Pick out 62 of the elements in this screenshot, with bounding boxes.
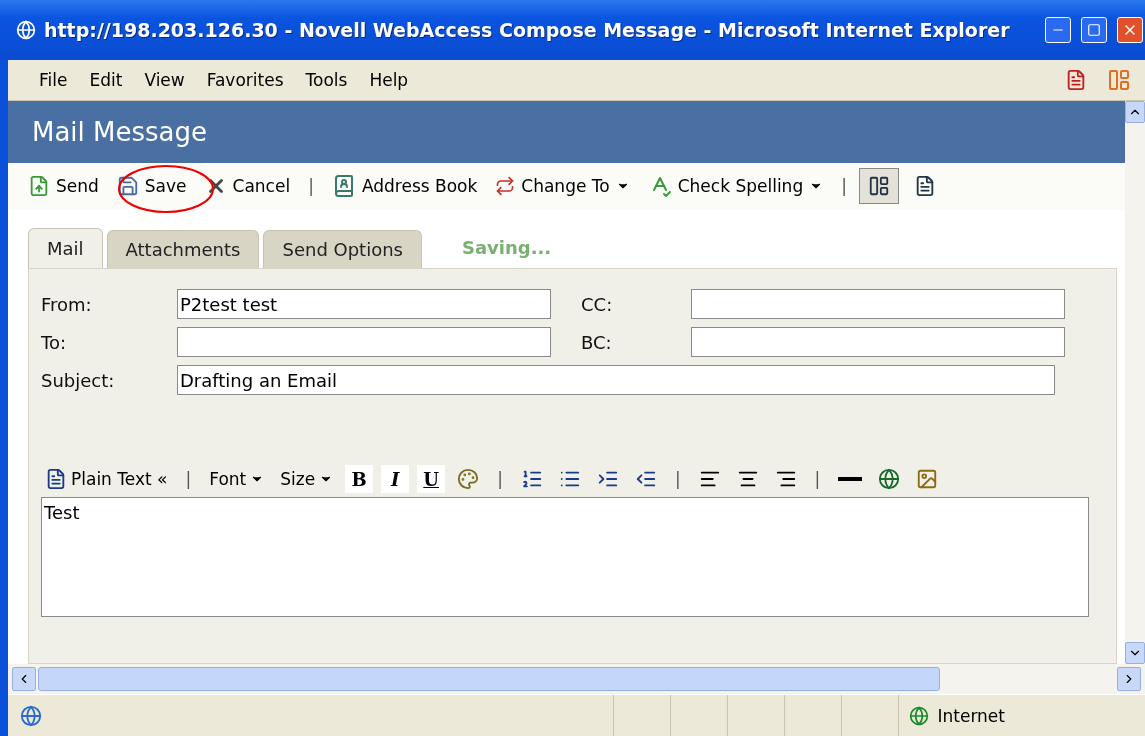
browser-icon xyxy=(16,20,36,40)
layout-icon xyxy=(867,175,890,198)
status-message: Saving... xyxy=(462,237,552,259)
send-icon xyxy=(28,175,50,198)
save-icon xyxy=(116,175,139,198)
field-label: BC: xyxy=(580,331,613,353)
scroll-thumb[interactable] xyxy=(38,667,940,691)
page-icon xyxy=(20,704,42,727)
toolbar-button[interactable]: Save xyxy=(110,171,193,202)
close-button[interactable] xyxy=(1117,17,1143,43)
maximize-icon xyxy=(1087,23,1101,37)
toolbar-dropdown[interactable]: Change To xyxy=(489,172,636,201)
tab[interactable]: Attachments xyxy=(106,230,260,269)
format-dropdown[interactable]: Size xyxy=(276,467,338,492)
page-title: Mail Message xyxy=(32,116,208,147)
view-toggle[interactable] xyxy=(858,168,899,205)
change-icon xyxy=(495,176,516,197)
format-button[interactable]: I xyxy=(381,465,410,494)
menu-item[interactable]: Favorites xyxy=(195,70,295,90)
separator: | xyxy=(813,469,822,490)
globe-icon xyxy=(909,705,930,726)
palette-icon xyxy=(457,468,480,491)
input-field[interactable] xyxy=(691,327,1065,358)
document-icon xyxy=(45,468,67,491)
vertical-scrollbar[interactable] xyxy=(1125,101,1145,664)
field-label: Subject: xyxy=(41,369,116,391)
input-field[interactable]: P2test test xyxy=(177,289,551,320)
separator: | xyxy=(496,469,504,490)
window-title: http://198.203.126.30 - Novell WebAccess Compose Message - Microsoft Internet Explorer xyxy=(44,19,1011,41)
separator: | xyxy=(673,469,682,490)
image-icon xyxy=(916,468,939,491)
minimize-button[interactable] xyxy=(1045,17,1071,43)
input-field[interactable]: Drafting an Email xyxy=(177,365,1055,396)
menu-item[interactable]: Help xyxy=(358,70,420,90)
maximize-button[interactable] xyxy=(1081,17,1107,43)
globe-icon xyxy=(878,468,901,491)
tab[interactable]: Send Options xyxy=(263,230,422,269)
toolbar-dropdown[interactable]: Check Spelling xyxy=(641,170,830,203)
message-body[interactable]: Test xyxy=(41,497,1089,618)
horizontal-scrollbar[interactable] xyxy=(8,664,1145,694)
menu-item[interactable]: Edit xyxy=(78,70,134,90)
menu-item[interactable]: View xyxy=(133,70,196,90)
zone-label: Internet xyxy=(937,705,1005,726)
menu-item[interactable]: Tools xyxy=(294,70,359,90)
separator: | xyxy=(840,176,848,197)
tab[interactable]: Mail xyxy=(28,228,103,269)
separator: | xyxy=(307,176,315,197)
plain-text-button[interactable]: Plain Text « xyxy=(41,466,172,493)
separator: | xyxy=(184,469,193,490)
toolbar-button[interactable]: Cancel xyxy=(198,171,297,202)
field-label: CC: xyxy=(580,293,614,315)
format-button[interactable]: B xyxy=(345,465,374,494)
field-label: From: xyxy=(41,293,93,315)
menu-item[interactable]: File xyxy=(28,70,79,90)
field-label: To: xyxy=(41,331,67,353)
toolbar-button[interactable]: Address Book xyxy=(325,170,484,203)
input-field[interactable] xyxy=(691,289,1065,320)
pdf-icon[interactable] xyxy=(1065,69,1087,91)
format-dropdown[interactable]: Font xyxy=(205,467,269,492)
format-button[interactable]: U xyxy=(417,465,446,494)
toolbar-button[interactable]: Send xyxy=(22,171,105,202)
input-field[interactable] xyxy=(177,327,551,358)
